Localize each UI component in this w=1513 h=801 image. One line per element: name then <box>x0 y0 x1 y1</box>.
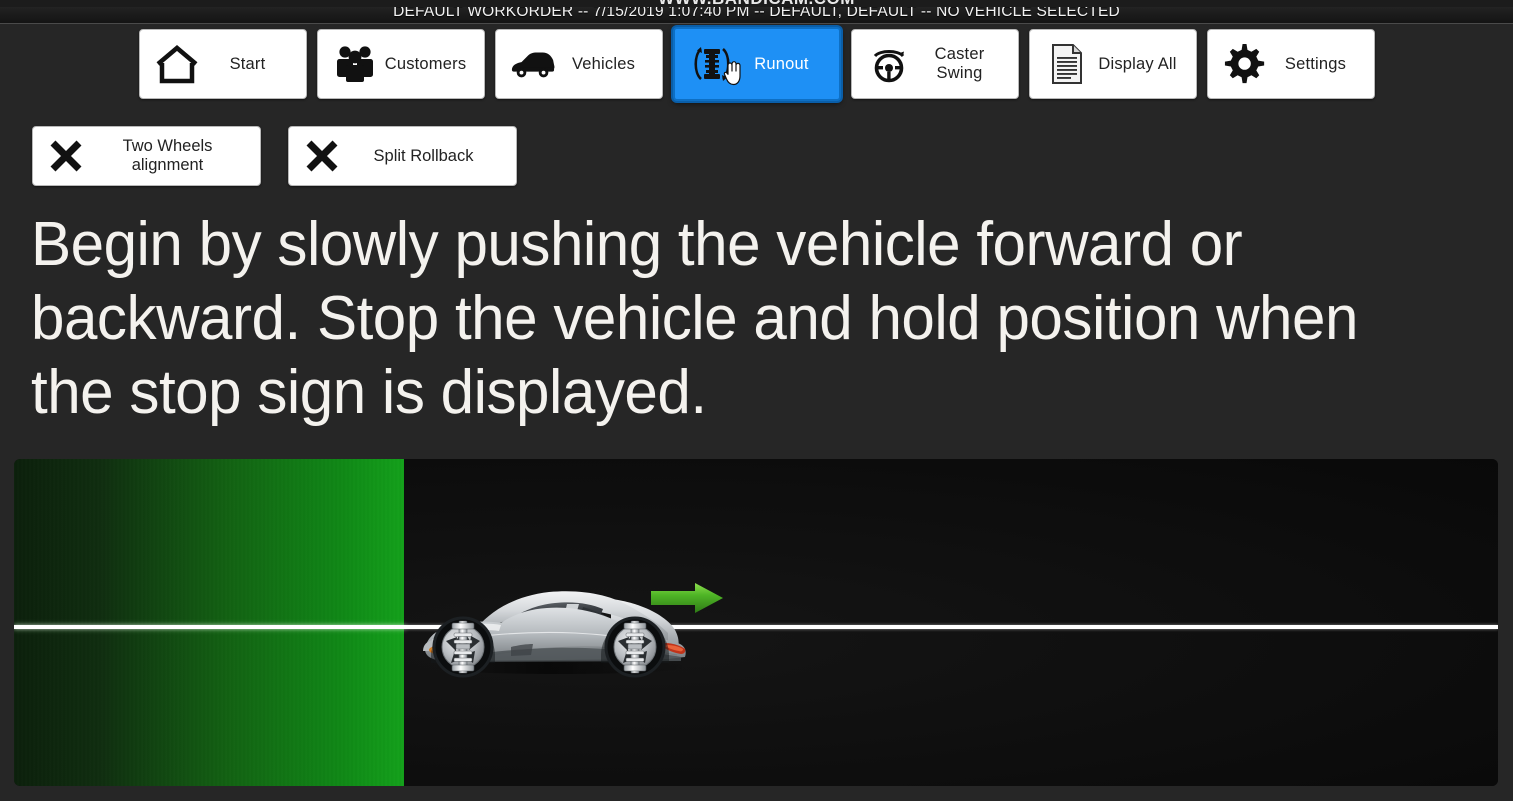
nav-button-settings[interactable]: Settings <box>1206 29 1375 99</box>
people-icon <box>332 41 378 87</box>
option-label-split-rollback: Split Rollback <box>373 146 474 165</box>
home-icon <box>154 41 200 87</box>
bandicam-watermark-text: WWW.BANDICAM.COM <box>0 0 1513 7</box>
car-icon <box>510 41 556 87</box>
nav-button-start[interactable]: Start <box>138 29 307 99</box>
option-button-split-rollback[interactable]: Split Rollback <box>288 126 517 186</box>
nav-button-vehicles[interactable]: Vehicles <box>494 29 663 99</box>
nav-label-display-all: Display All <box>1098 54 1177 73</box>
steering-wheel-icon <box>866 41 912 87</box>
instruction-text: Begin by slowly pushing the vehicle forw… <box>31 210 1358 427</box>
runout-graphic-viewport <box>14 459 1498 786</box>
window-bottom-strip <box>0 786 1513 801</box>
nav-label-settings: Settings <box>1284 54 1347 73</box>
direction-arrow <box>651 581 726 615</box>
nav-label-runout: Runout <box>754 54 809 73</box>
gear-icon <box>1222 41 1268 87</box>
nav-button-customers[interactable]: Customers <box>316 29 485 99</box>
nav-button-display-all[interactable]: Display All <box>1028 29 1197 99</box>
ground-reference-line <box>14 625 1498 629</box>
nav-label-customers: Customers <box>384 54 467 73</box>
option-button-two-wheels-alignment[interactable]: Two Wheels alignment <box>32 126 261 186</box>
nav-label-start: Start <box>229 54 266 73</box>
nav-button-caster-swing[interactable]: Caster Swing <box>850 29 1019 99</box>
nav-button-runout[interactable]: Runout <box>672 27 841 101</box>
bandicam-watermark-strip: WWW.BANDICAM.COM <box>0 0 1513 7</box>
wheel-clamp-icon <box>689 41 735 87</box>
nav-label-vehicles: Vehicles <box>571 54 636 73</box>
x-mark-icon <box>303 137 341 175</box>
option-label-two-wheels-alignment: Two Wheels alignment <box>122 137 213 174</box>
document-icon <box>1044 41 1090 87</box>
option-toolbar: Two Wheels alignment Split Rollback <box>32 126 517 186</box>
main-toolbar: Start Customers Vehicles Runout Caster S… <box>0 25 1513 103</box>
x-mark-icon <box>47 137 85 175</box>
nav-label-caster-swing: Caster Swing <box>934 45 985 82</box>
